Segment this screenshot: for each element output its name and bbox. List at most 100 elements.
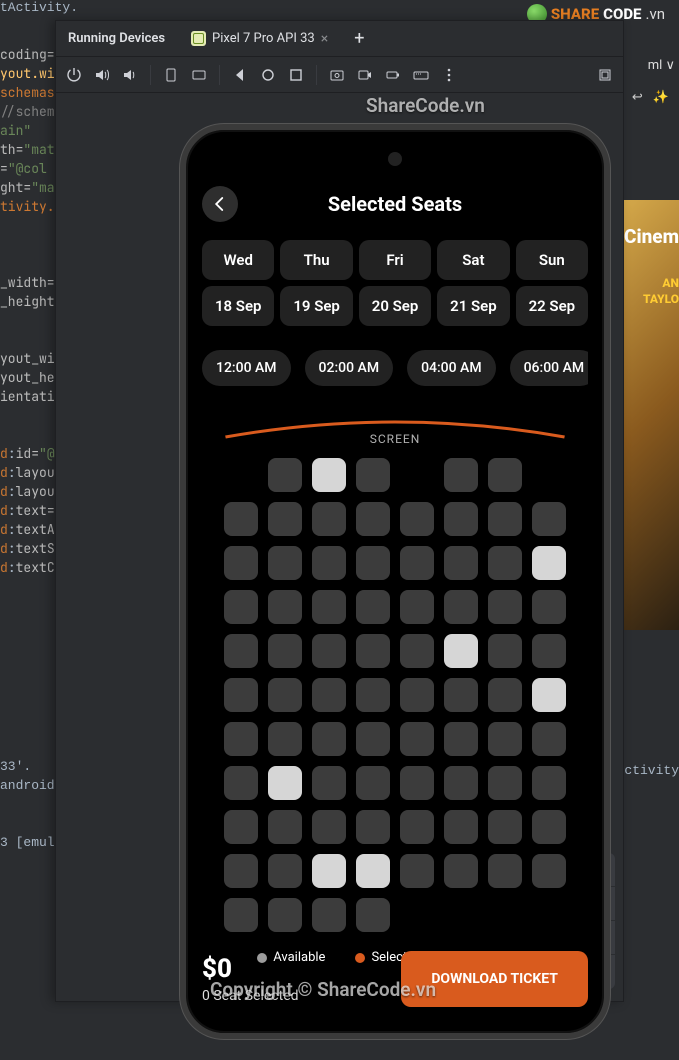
seat-r5-c0[interactable] — [224, 678, 258, 712]
seat-r3-c7[interactable] — [532, 590, 566, 624]
magic-wand-icon[interactable]: ✨ — [653, 90, 669, 105]
back-icon[interactable] — [232, 67, 248, 83]
date-item-fri[interactable]: Fri 20 Sep — [359, 240, 431, 326]
home-icon[interactable] — [260, 67, 276, 83]
screenshot-icon[interactable] — [329, 67, 345, 83]
seat-r9-c6[interactable] — [488, 854, 522, 888]
seat-r8-c5[interactable] — [444, 810, 478, 844]
tab-device-pixel[interactable]: Pixel 7 Pro API 33 × — [191, 31, 328, 47]
seat-r6-c1[interactable] — [268, 722, 302, 756]
seat-r3-c0[interactable] — [224, 590, 258, 624]
seat-r3-c4[interactable] — [400, 590, 434, 624]
seat-r5-c6[interactable] — [488, 678, 522, 712]
download-ticket-button[interactable]: DOWNLOAD TICKET — [401, 951, 588, 1007]
seat-r4-c5[interactable] — [444, 634, 478, 668]
seat-r9-c7[interactable] — [532, 854, 566, 888]
time-0400[interactable]: 04:00 AM — [407, 350, 496, 386]
volume-up-icon[interactable] — [94, 67, 110, 83]
seat-r4-c6[interactable] — [488, 634, 522, 668]
seat-r3-c6[interactable] — [488, 590, 522, 624]
seat-r5-c4[interactable] — [400, 678, 434, 712]
seat-r7-c1[interactable] — [268, 766, 302, 800]
seat-r6-c3[interactable] — [356, 722, 390, 756]
seat-r8-c7[interactable] — [532, 810, 566, 844]
seat-r7-c5[interactable] — [444, 766, 478, 800]
time-0200[interactable]: 02:00 AM — [305, 350, 394, 386]
seat-r8-c6[interactable] — [488, 810, 522, 844]
seat-r9-c1[interactable] — [268, 854, 302, 888]
seat-r10-c0[interactable] — [224, 898, 258, 932]
seat-r7-c6[interactable] — [488, 766, 522, 800]
seat-r7-c7[interactable] — [532, 766, 566, 800]
seat-r5-c2[interactable] — [312, 678, 346, 712]
seat-r0-c2[interactable] — [312, 458, 346, 492]
date-item-sun[interactable]: Sun 22 Sep — [516, 240, 588, 326]
seat-r1-c3[interactable] — [356, 502, 390, 536]
seat-r9-c5[interactable] — [444, 854, 478, 888]
seat-r3-c5[interactable] — [444, 590, 478, 624]
time-0600[interactable]: 06:00 AM — [510, 350, 588, 386]
seat-r1-c0[interactable] — [224, 502, 258, 536]
seat-r8-c3[interactable] — [356, 810, 390, 844]
seat-r2-c5[interactable] — [444, 546, 478, 580]
rotate-left-icon[interactable] — [163, 67, 179, 83]
overview-icon[interactable] — [288, 67, 304, 83]
seat-r6-c5[interactable] — [444, 722, 478, 756]
seat-r2-c6[interactable] — [488, 546, 522, 580]
seat-r4-c7[interactable] — [532, 634, 566, 668]
more-icon[interactable] — [441, 67, 457, 83]
seat-r0-c5[interactable] — [444, 458, 478, 492]
time-1200[interactable]: 12:00 AM — [202, 350, 291, 386]
seat-r1-c7[interactable] — [532, 502, 566, 536]
seat-r6-c2[interactable] — [312, 722, 346, 756]
date-item-thu[interactable]: Thu 19 Sep — [280, 240, 352, 326]
seat-r5-c7[interactable] — [532, 678, 566, 712]
seat-r6-c6[interactable] — [488, 722, 522, 756]
seat-r10-c1[interactable] — [268, 898, 302, 932]
seat-r4-c3[interactable] — [356, 634, 390, 668]
seat-r9-c0[interactable] — [224, 854, 258, 888]
seat-r1-c2[interactable] — [312, 502, 346, 536]
date-item-wed[interactable]: Wed 18 Sep — [202, 240, 274, 326]
power-icon[interactable] — [66, 67, 82, 83]
seat-r5-c5[interactable] — [444, 678, 478, 712]
seat-r5-c1[interactable] — [268, 678, 302, 712]
close-tab-icon[interactable]: × — [321, 31, 328, 47]
seat-r4-c4[interactable] — [400, 634, 434, 668]
seat-r10-c3[interactable] — [356, 898, 390, 932]
rewind-icon[interactable]: ↩︎ — [632, 90, 643, 105]
seat-r1-c4[interactable] — [400, 502, 434, 536]
seat-r8-c0[interactable] — [224, 810, 258, 844]
frame-icon[interactable] — [597, 67, 613, 83]
seat-r7-c2[interactable] — [312, 766, 346, 800]
seat-r1-c1[interactable] — [268, 502, 302, 536]
tab-running-devices[interactable]: Running Devices — [68, 31, 165, 46]
seat-r7-c4[interactable] — [400, 766, 434, 800]
date-item-sat[interactable]: Sat 21 Sep — [437, 240, 509, 326]
seat-r6-c4[interactable] — [400, 722, 434, 756]
settings-battery-icon[interactable] — [385, 67, 401, 83]
seat-r8-c4[interactable] — [400, 810, 434, 844]
seat-r0-c3[interactable] — [356, 458, 390, 492]
seat-r3-c3[interactable] — [356, 590, 390, 624]
seat-r7-c0[interactable] — [224, 766, 258, 800]
seat-r2-c4[interactable] — [400, 546, 434, 580]
seat-r8-c2[interactable] — [312, 810, 346, 844]
seat-r2-c2[interactable] — [312, 546, 346, 580]
seat-r2-c3[interactable] — [356, 546, 390, 580]
add-tab-icon[interactable]: + — [354, 28, 364, 49]
seat-r10-c2[interactable] — [312, 898, 346, 932]
seat-r4-c1[interactable] — [268, 634, 302, 668]
seat-r0-c6[interactable] — [488, 458, 522, 492]
seat-r3-c2[interactable] — [312, 590, 346, 624]
seat-r3-c1[interactable] — [268, 590, 302, 624]
seat-r6-c7[interactable] — [532, 722, 566, 756]
seat-r4-c2[interactable] — [312, 634, 346, 668]
rotate-right-icon[interactable] — [191, 67, 207, 83]
seat-r1-c6[interactable] — [488, 502, 522, 536]
seat-r9-c3[interactable] — [356, 854, 390, 888]
seat-r2-c0[interactable] — [224, 546, 258, 580]
seat-r9-c2[interactable] — [312, 854, 346, 888]
seat-r5-c3[interactable] — [356, 678, 390, 712]
record-icon[interactable] — [357, 67, 373, 83]
